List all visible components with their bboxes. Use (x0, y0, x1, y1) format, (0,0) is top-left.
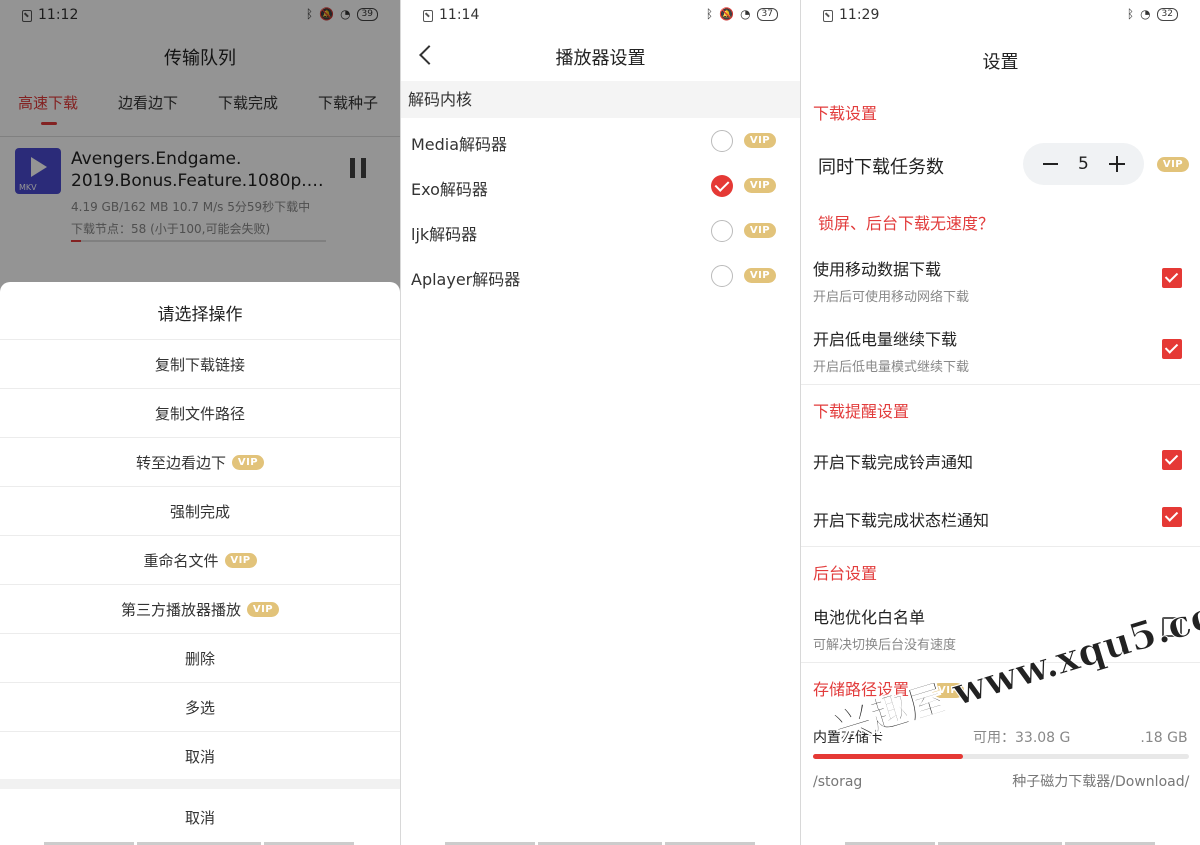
status-time: 11:29 (839, 7, 880, 23)
battery-level: 37 (756, 7, 778, 21)
vip-badge: VIP (232, 454, 264, 470)
radio-button[interactable] (711, 220, 733, 242)
action-item[interactable]: 复制下载链接 (0, 339, 400, 388)
setting-low-power: 开启低电量继续下载 开启后低电量模式继续下载 (813, 330, 970, 375)
vip-badge: VIP (224, 552, 257, 568)
mobile-data-checkbox[interactable] (1162, 268, 1182, 288)
section-header-background: 后台设置 (813, 564, 878, 583)
low-power-checkbox[interactable] (1162, 339, 1182, 359)
action-item[interactable]: 转至边看边下 VIP (0, 437, 400, 486)
decoder-option[interactable]: Exo解码器 VIP (401, 164, 800, 209)
concurrent-tasks-stepper: 5 (1023, 143, 1144, 185)
cancel-button[interactable]: 取消 (0, 789, 400, 845)
ring-notify-checkbox[interactable] (1162, 450, 1182, 470)
decoder-option[interactable]: ljk解码器 VIP (401, 209, 800, 254)
player-settings-screen: 11:14 ᛒ 🔕 ◔ 37 播放器设置 解码内核 Media解码器 VIP Exo… (401, 0, 800, 845)
status-time: 11:14 (439, 7, 480, 23)
action-item[interactable]: 删除 (0, 633, 400, 682)
status-bar: 11:14 ᛒ 🔕 ◔ 37 (401, 0, 800, 32)
storage-available: 可用：33.08 G .18 GB (973, 730, 1188, 746)
no-sim-icon (423, 10, 433, 22)
plus-icon[interactable] (1109, 156, 1125, 172)
storage-path[interactable]: /storag 种子磁力下载器/Download/ (813, 771, 1189, 791)
action-list: 复制下载链接 复制文件路径 转至边看边下 VIP 强制完成 重命名文件 VIP 第三方播放器播… (0, 339, 400, 780)
bluetooth-icon: ᛒ (1126, 7, 1135, 21)
decoder-option[interactable]: Media解码器 VIP (401, 119, 800, 164)
bluetooth-icon: ᛒ (705, 7, 714, 21)
setting-mobile-data: 使用移动数据下载 开启后可使用移动网络下载 (813, 260, 970, 305)
section-header-download: 下载设置 (813, 104, 878, 123)
storage-usage-bar (813, 754, 1189, 759)
action-item[interactable]: 多选 (0, 682, 400, 731)
vip-badge: VIP (744, 133, 776, 148)
radio-button[interactable] (711, 130, 733, 152)
vip-badge: VIP (247, 601, 279, 617)
action-sheet: 请选择操作 复制下载链接 复制文件路径 转至边看边下 VIP 强制完成 重命名文件 VIP 第… (0, 282, 400, 845)
action-sheet-title: 请选择操作 (157, 305, 243, 325)
setting-statusbar-notify: 开启下载完成状态栏通知 (813, 511, 990, 530)
section-header-reminder: 下载提醒设置 (813, 402, 910, 421)
action-item[interactable]: 强制完成 (0, 486, 400, 535)
statusbar-notify-checkbox[interactable] (1162, 507, 1182, 527)
page-title: 播放器设置 (555, 48, 646, 69)
action-item[interactable]: 重命名文件 VIP (0, 535, 400, 584)
vip-badge: VIP (1157, 157, 1189, 172)
action-item[interactable]: 第三方播放器播放 VIP (0, 584, 400, 633)
vip-badge: VIP (744, 268, 776, 283)
radio-button[interactable] (711, 175, 733, 197)
radio-button[interactable] (711, 265, 733, 287)
page-title: 设置 (982, 52, 1019, 73)
mute-icon: 🔕 (719, 7, 735, 21)
status-bar: 11:29 ᛒ ◔ 32 (801, 0, 1200, 32)
vip-badge: VIP (744, 178, 776, 193)
concurrent-tasks-value: 5 (1078, 154, 1089, 174)
section-header-decoder: 解码内核 (401, 81, 800, 118)
transfer-queue-screen: 11:12 ᛒ 🔕 ◔ 39 传输队列 高速下载 边看边下 下载完成 下载种子 … (0, 0, 400, 845)
no-sim-icon (823, 10, 833, 22)
battery-level: 32 (1156, 7, 1178, 21)
wifi-icon: ◔ (740, 7, 751, 21)
action-item[interactable]: 取消 (0, 731, 400, 780)
background-speed-help-link[interactable]: 锁屏、后台下载无速度？ (818, 210, 994, 234)
decoder-option[interactable]: Aplayer解码器 VIP (401, 254, 800, 299)
action-item[interactable]: 复制文件路径 (0, 388, 400, 437)
minus-icon[interactable] (1043, 163, 1058, 165)
setting-ring-notify: 开启下载完成铃声通知 (813, 453, 974, 472)
vip-badge: VIP (744, 223, 776, 238)
wifi-icon: ◔ (1140, 7, 1151, 21)
